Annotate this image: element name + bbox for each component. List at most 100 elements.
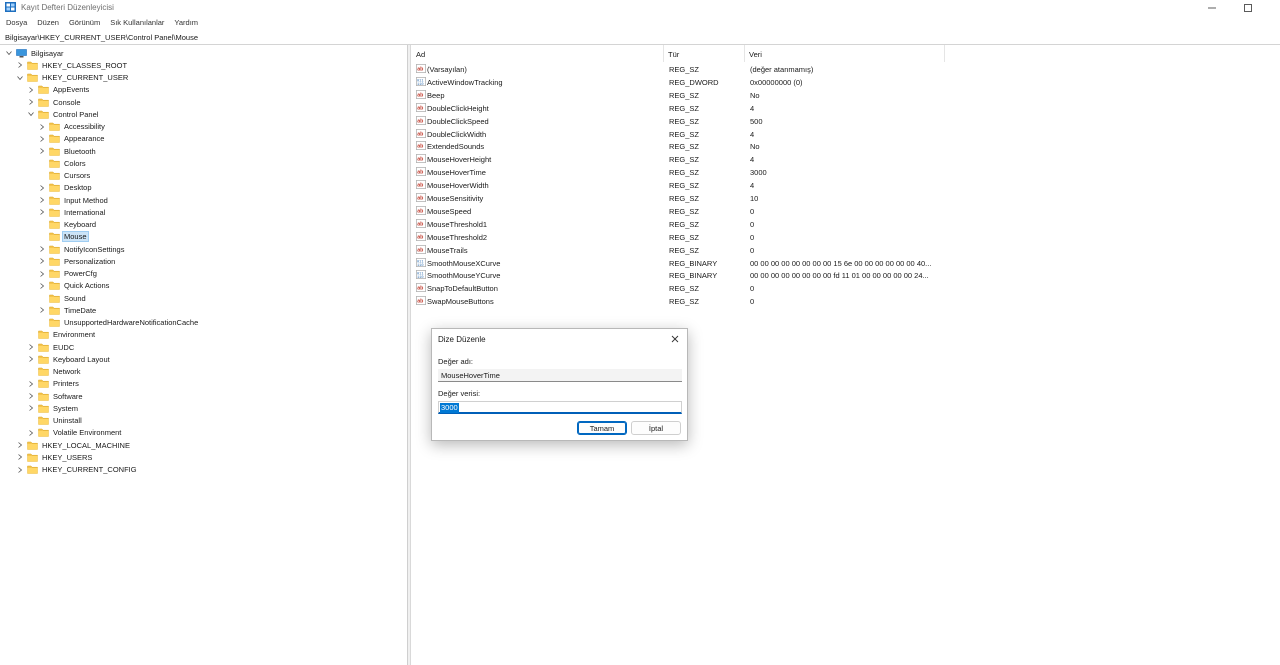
tree-node[interactable]: Mouse	[38, 231, 89, 243]
tree-node[interactable]: UnsupportedHardwareNotificationCache	[38, 317, 199, 329]
value-row[interactable]: 011 110 SmoothMouseXCurve REG_BINARY 00 00 0…	[412, 257, 1012, 270]
tree-node[interactable]: Input Method	[38, 194, 109, 206]
chevron-right-icon[interactable]	[27, 380, 35, 388]
tree-node[interactable]: Keyboard	[38, 219, 97, 231]
tree-node[interactable]: Appearance	[38, 133, 105, 145]
value-row[interactable]: ab MouseHoverTime REG_SZ 3000	[412, 166, 1012, 179]
value-row[interactable]: ab (Varsayılan) REG_SZ (değer atanmamış)	[412, 63, 1012, 76]
value-row[interactable]: ab MouseSensitivity REG_SZ 10	[412, 192, 1012, 205]
folder-icon	[38, 416, 49, 425]
tree-node[interactable]: Colors	[38, 157, 87, 169]
chevron-right-icon[interactable]	[38, 282, 46, 290]
tree-node[interactable]: Network	[27, 366, 82, 378]
tree-node[interactable]: Personalization	[38, 255, 116, 267]
tree-node[interactable]: AppEvents	[27, 84, 90, 96]
value-row[interactable]: ab SnapToDefaultButton REG_SZ 0	[412, 282, 1012, 295]
tree-node[interactable]: Desktop	[38, 182, 93, 194]
tree-node[interactable]: Accessibility	[38, 121, 106, 133]
tree-node[interactable]: Volatile Environment	[27, 427, 122, 439]
tree-node[interactable]: HKEY_USERS	[16, 451, 93, 463]
chevron-right-icon[interactable]	[38, 208, 46, 216]
value-row[interactable]: ab MouseHoverWidth REG_SZ 4	[412, 179, 1012, 192]
pane-splitter[interactable]	[408, 45, 411, 665]
tree-node[interactable]: Uninstall	[27, 415, 83, 427]
tree-node[interactable]: International	[38, 206, 106, 218]
chevron-right-icon[interactable]	[16, 61, 24, 69]
chevron-right-icon[interactable]	[38, 123, 46, 131]
column-header-data[interactable]: Veri	[745, 45, 945, 62]
chevron-right-icon[interactable]	[38, 184, 46, 192]
chevron-right-icon[interactable]	[27, 355, 35, 363]
chevron-down-icon[interactable]	[16, 74, 24, 82]
column-header-type[interactable]: Tür	[664, 45, 745, 62]
tree-node[interactable]: Sound	[38, 292, 87, 304]
chevron-right-icon[interactable]	[38, 306, 46, 314]
column-header-name[interactable]: Ad	[412, 45, 664, 62]
tree-node[interactable]: HKEY_LOCAL_MACHINE	[16, 439, 131, 451]
value-row[interactable]: ab MouseThreshold2 REG_SZ 0	[412, 231, 1012, 244]
tree-node[interactable]: System	[27, 402, 79, 414]
menu-favorites[interactable]: Sık Kullanılanlar	[104, 16, 168, 30]
ok-button[interactable]: Tamam	[577, 421, 627, 435]
tree-node[interactable]: Quick Actions	[38, 280, 110, 292]
tree-node-label: Keyboard Layout	[53, 354, 110, 364]
value-row[interactable]: ab MouseTrails REG_SZ 0	[412, 244, 1012, 257]
tree-node[interactable]: Cursors	[38, 170, 91, 182]
tree-node-label: EUDC	[53, 342, 75, 352]
chevron-right-icon[interactable]	[27, 343, 35, 351]
menu-help[interactable]: Yardım	[168, 16, 202, 30]
chevron-right-icon[interactable]	[27, 404, 35, 412]
value-row[interactable]: ab Beep REG_SZ No	[412, 89, 1012, 102]
value-row[interactable]: ab DoubleClickHeight REG_SZ 4	[412, 102, 1012, 115]
chevron-right-icon[interactable]	[38, 270, 46, 278]
value-data-input[interactable]	[438, 401, 682, 414]
value-row[interactable]: ab ExtendedSounds REG_SZ No	[412, 140, 1012, 153]
tree-node[interactable]: Bluetooth	[38, 145, 97, 157]
chevron-right-icon[interactable]	[16, 441, 24, 449]
chevron-right-icon[interactable]	[38, 196, 46, 204]
address-bar[interactable]: Bilgisayar\HKEY_CURRENT_USER\Control Pan…	[0, 31, 1280, 45]
cancel-button[interactable]: İptal	[631, 421, 681, 435]
tree-node[interactable]: TimeDate	[38, 304, 97, 316]
chevron-right-icon[interactable]	[27, 98, 35, 106]
value-row[interactable]: ab DoubleClickSpeed REG_SZ 500	[412, 115, 1012, 128]
value-row[interactable]: ab MouseSpeed REG_SZ 0	[412, 205, 1012, 218]
chevron-right-icon[interactable]	[16, 466, 24, 474]
chevron-right-icon[interactable]	[38, 257, 46, 265]
tree-node[interactable]: PowerCfg	[38, 268, 98, 280]
chevron-right-icon[interactable]	[38, 245, 46, 253]
chevron-right-icon[interactable]	[16, 453, 24, 461]
chevron-down-icon[interactable]	[5, 49, 13, 57]
tree-node[interactable]: HKEY_CURRENT_USER	[16, 72, 129, 84]
dialog-close-button[interactable]	[668, 332, 682, 346]
value-row[interactable]: 011 110 ActiveWindowTracking REG_DWORD 0x000…	[412, 76, 1012, 89]
tree-node[interactable]: HKEY_CURRENT_CONFIG	[16, 464, 138, 476]
menu-view[interactable]: Görünüm	[63, 16, 104, 30]
address-path[interactable]: Bilgisayar\HKEY_CURRENT_USER\Control Pan…	[5, 33, 198, 42]
value-data-selected-text[interactable]: 3000	[440, 403, 459, 413]
value-row[interactable]: ab DoubleClickWidth REG_SZ 4	[412, 128, 1012, 141]
chevron-right-icon[interactable]	[27, 86, 35, 94]
tree-node[interactable]: Environment	[27, 329, 96, 341]
tree-node[interactable]: NotifyIconSettings	[38, 243, 125, 255]
chevron-right-icon[interactable]	[38, 147, 46, 155]
menu-edit[interactable]: Düzen	[31, 16, 63, 30]
maximize-button[interactable]	[1225, 0, 1271, 15]
tree-node[interactable]: Keyboard Layout	[27, 353, 111, 365]
chevron-right-icon[interactable]	[27, 392, 35, 400]
menu-file[interactable]: Dosya	[0, 16, 31, 30]
value-row[interactable]: 011 110 SmoothMouseYCurve REG_BINARY 00 00 0…	[412, 269, 1012, 282]
value-row[interactable]: ab MouseHoverHeight REG_SZ 4	[412, 153, 1012, 166]
tree-node[interactable]: Control Panel	[27, 108, 99, 120]
chevron-down-icon[interactable]	[27, 110, 35, 118]
tree-node[interactable]: EUDC	[27, 341, 75, 353]
tree-node[interactable]: Console	[27, 96, 82, 108]
tree-node[interactable]: Software	[27, 390, 84, 402]
tree-node[interactable]: Printers	[27, 378, 80, 390]
chevron-right-icon[interactable]	[38, 135, 46, 143]
tree-node[interactable]: Bilgisayar	[5, 47, 65, 59]
tree-node[interactable]: HKEY_CLASSES_ROOT	[16, 59, 128, 71]
chevron-right-icon[interactable]	[27, 429, 35, 437]
value-row[interactable]: ab SwapMouseButtons REG_SZ 0	[412, 295, 1012, 308]
value-row[interactable]: ab MouseThreshold1 REG_SZ 0	[412, 218, 1012, 231]
